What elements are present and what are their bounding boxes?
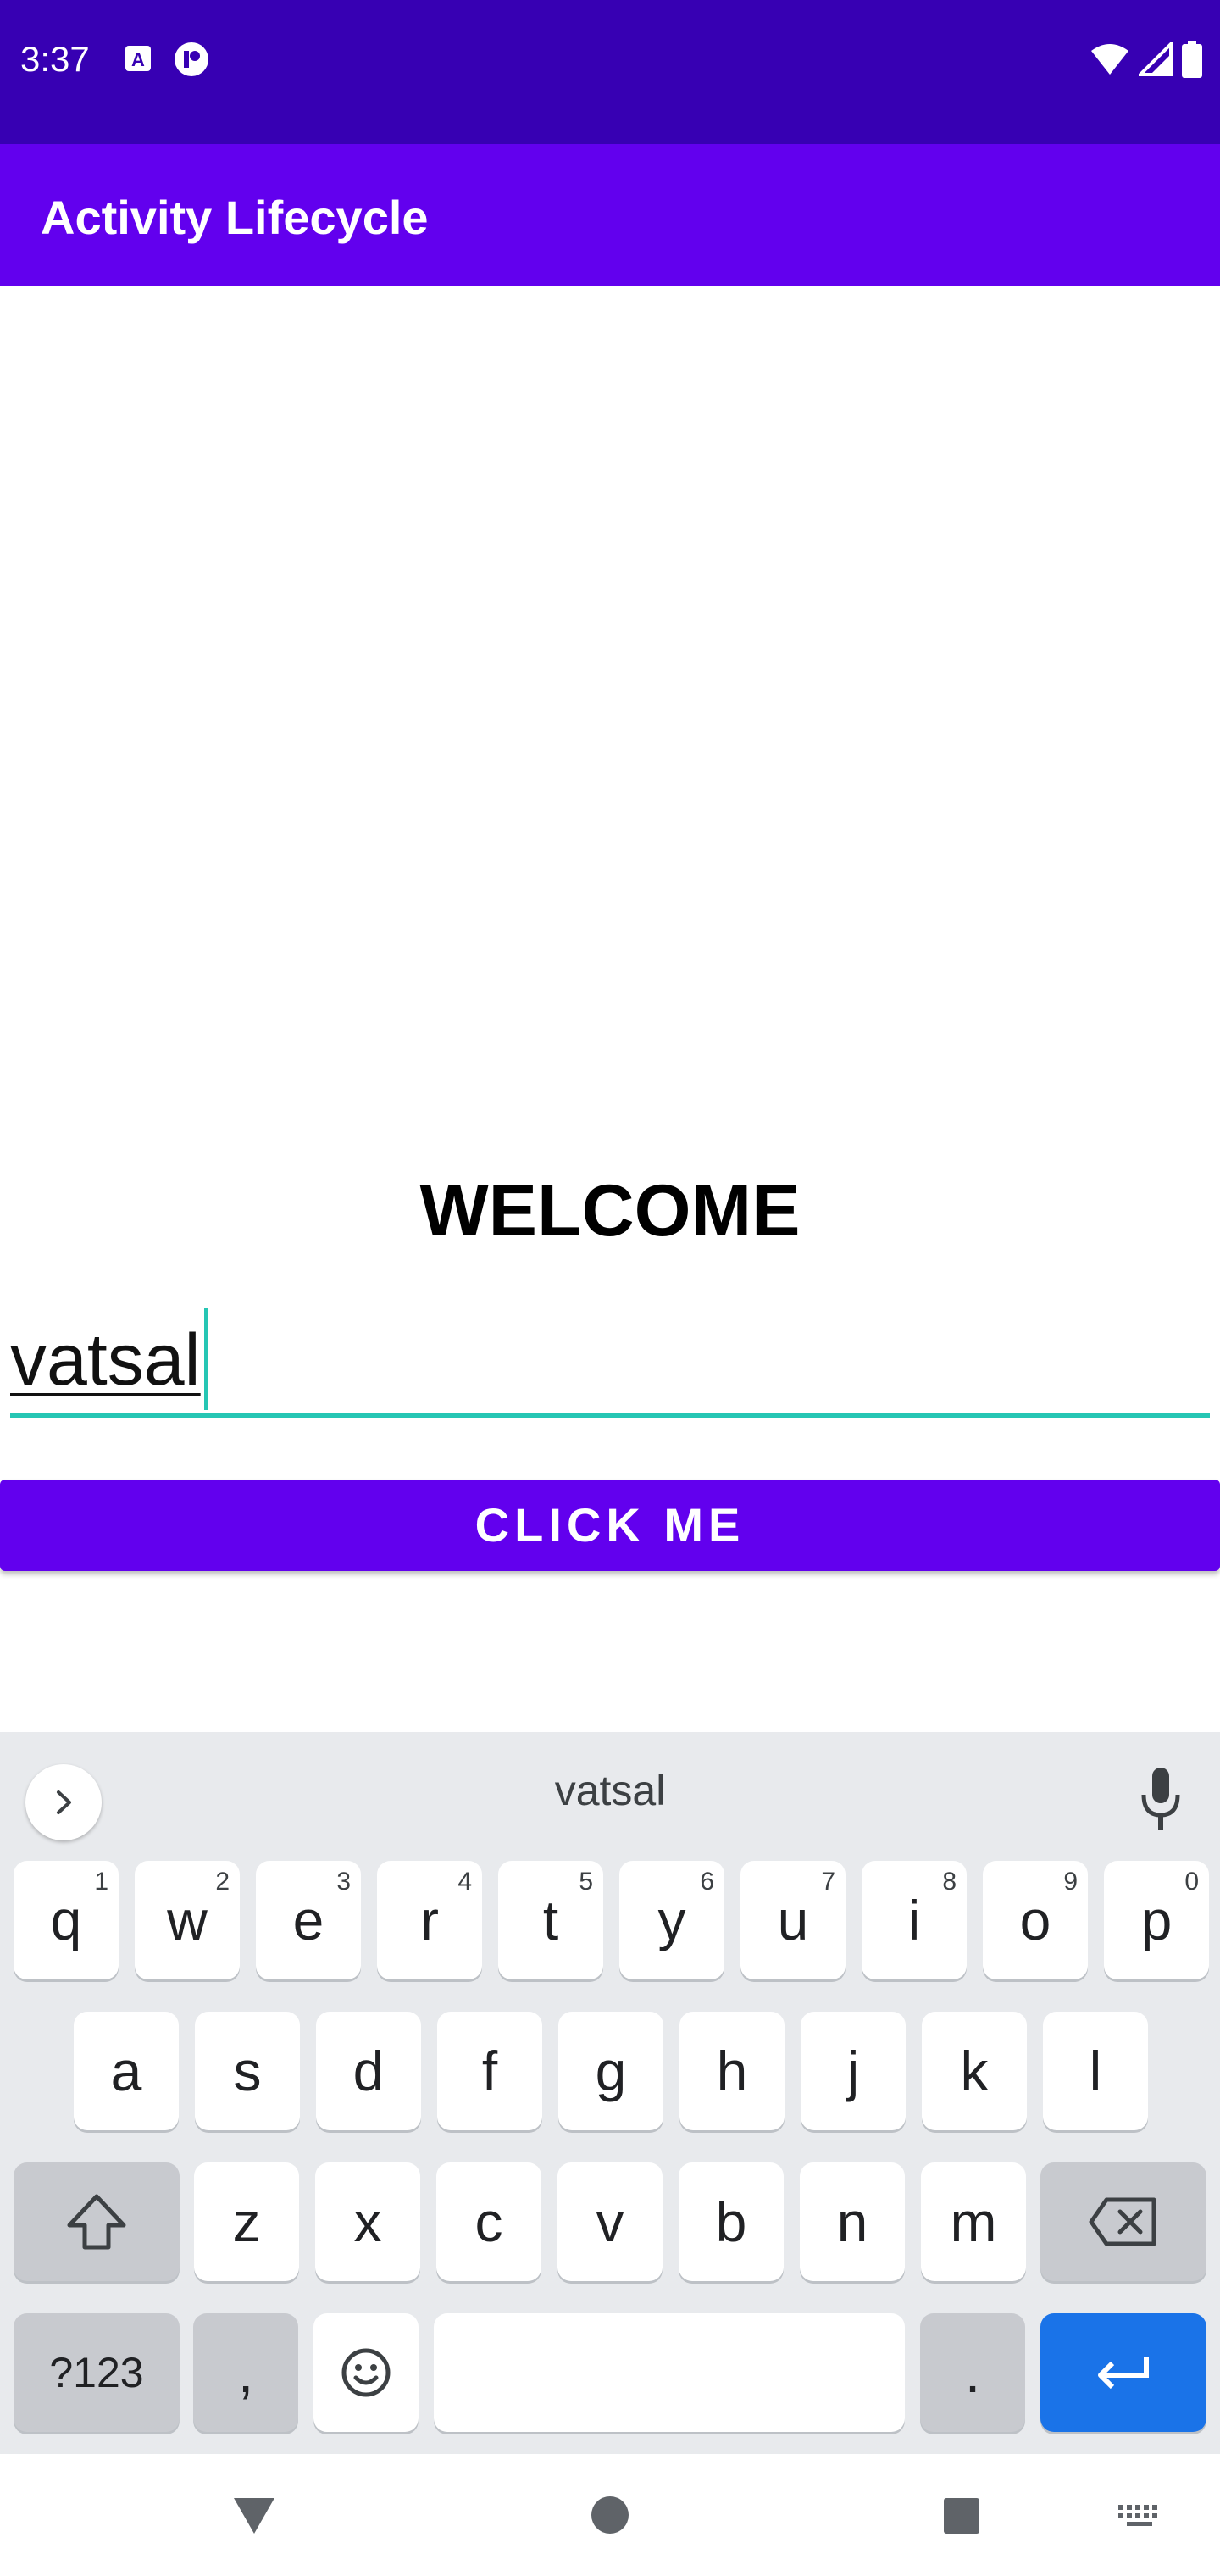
- key-k[interactable]: k: [922, 2012, 1027, 2130]
- key-label: c: [474, 2190, 503, 2253]
- key-l[interactable]: l: [1043, 2012, 1148, 2130]
- key-label: f: [481, 2040, 498, 2102]
- key-label: l: [1089, 2040, 1102, 2102]
- key-r[interactable]: r4: [377, 1861, 482, 1979]
- keyboard-switch-icon[interactable]: [1117, 2503, 1164, 2529]
- signal-icon: [1139, 42, 1173, 76]
- key-c[interactable]: c: [436, 2162, 541, 2281]
- status-right-icons: [1090, 41, 1203, 78]
- key-label: s: [233, 2040, 262, 2102]
- key-hint: 4: [458, 1868, 472, 1896]
- emoji-icon: [341, 2348, 391, 2397]
- space-key[interactable]: [434, 2313, 905, 2432]
- suggestion-strip: vatsal: [0, 1732, 1220, 1851]
- key-hint: 0: [1184, 1868, 1199, 1896]
- key-hint: 3: [336, 1868, 351, 1896]
- key-label: v: [596, 2190, 624, 2253]
- name-input[interactable]: vatsal: [10, 1305, 1210, 1418]
- key-label: q: [50, 1889, 82, 1951]
- status-bar: 3:37 A: [0, 0, 1220, 144]
- app-bar: Activity Lifecycle: [0, 144, 1220, 286]
- name-input-value[interactable]: vatsal: [10, 1319, 201, 1402]
- recents-icon[interactable]: [942, 2496, 981, 2535]
- key-o[interactable]: o9: [983, 1861, 1088, 1979]
- app-notification-icon: [175, 42, 208, 76]
- key-hint: 6: [700, 1868, 714, 1896]
- welcome-heading: WELCOME: [419, 1170, 801, 1252]
- key-d[interactable]: d: [316, 2012, 421, 2130]
- key-label: b: [715, 2190, 747, 2253]
- key-p[interactable]: p0: [1104, 1861, 1209, 1979]
- enter-arrow-icon: [1098, 2357, 1149, 2390]
- key-label: j: [846, 2040, 860, 2102]
- click-me-button[interactable]: CLICK ME: [0, 1480, 1220, 1571]
- key-label: r: [420, 1889, 439, 1951]
- key-label: x: [353, 2190, 382, 2253]
- key-t[interactable]: t5: [498, 1861, 603, 1979]
- key-label: p: [1140, 1889, 1173, 1951]
- key-label: w: [167, 1889, 208, 1951]
- key-hint: 2: [215, 1868, 230, 1896]
- key-v[interactable]: v: [557, 2162, 663, 2281]
- microphone-icon[interactable]: [1127, 1763, 1195, 1839]
- key-label: u: [777, 1889, 809, 1951]
- status-time: 3:37: [20, 39, 90, 79]
- svg-text:A: A: [131, 49, 145, 70]
- key-e[interactable]: e3: [256, 1861, 361, 1979]
- home-icon[interactable]: [590, 2495, 630, 2535]
- shift-icon: [67, 2194, 126, 2250]
- key-q[interactable]: q1: [14, 1861, 119, 1979]
- key-label: o: [1019, 1889, 1051, 1951]
- key-label: e: [292, 1889, 324, 1951]
- key-y[interactable]: y6: [619, 1861, 724, 1979]
- key-n[interactable]: n: [800, 2162, 905, 2281]
- key-s[interactable]: s: [195, 2012, 300, 2130]
- period-key[interactable]: .: [920, 2313, 1025, 2432]
- suggestion-word[interactable]: vatsal: [0, 1766, 1220, 1815]
- key-z[interactable]: z: [194, 2162, 299, 2281]
- key-label: i: [907, 1889, 921, 1951]
- enter-key[interactable]: [1040, 2313, 1206, 2432]
- key-a[interactable]: a: [74, 2012, 179, 2130]
- soft-keyboard: vatsal q1w2e3r4t5y6u7i8o9p0 asdfghjkl zx…: [0, 1732, 1220, 2454]
- key-b[interactable]: b: [679, 2162, 784, 2281]
- key-label: g: [595, 2040, 627, 2102]
- key-label: d: [352, 2040, 385, 2102]
- symbols-key[interactable]: ?123: [14, 2313, 180, 2432]
- key-label: m: [950, 2190, 997, 2253]
- battery-icon: [1182, 41, 1202, 78]
- shift-key[interactable]: [14, 2162, 180, 2281]
- key-label: t: [542, 1889, 559, 1951]
- app-title: Activity Lifecycle: [41, 191, 429, 244]
- key-u[interactable]: u7: [740, 1861, 846, 1979]
- navigation-bar: [0, 2454, 1220, 2576]
- key-label: n: [836, 2190, 868, 2253]
- key-hint: 7: [821, 1868, 835, 1896]
- key-i[interactable]: i8: [862, 1861, 967, 1979]
- a-notification-icon: A: [125, 46, 151, 71]
- key-m[interactable]: m: [921, 2162, 1026, 2281]
- wifi-icon: [1091, 44, 1128, 75]
- emoji-key[interactable]: [313, 2313, 419, 2432]
- key-w[interactable]: w2: [135, 1861, 240, 1979]
- key-h[interactable]: h: [679, 2012, 785, 2130]
- backspace-key[interactable]: [1040, 2162, 1206, 2281]
- backspace-icon: [1089, 2197, 1156, 2246]
- key-label: z: [232, 2190, 261, 2253]
- key-hint: 9: [1063, 1868, 1078, 1896]
- key-hint: 5: [579, 1868, 593, 1896]
- key-x[interactable]: x: [315, 2162, 420, 2281]
- key-label: a: [110, 2040, 142, 2102]
- key-label: k: [960, 2040, 989, 2102]
- key-hint: 1: [94, 1868, 108, 1896]
- text-cursor: [204, 1308, 208, 1410]
- key-label: h: [716, 2040, 748, 2102]
- key-hint: 8: [942, 1868, 957, 1896]
- key-label: y: [657, 1889, 686, 1951]
- back-icon[interactable]: [230, 2495, 278, 2537]
- comma-key[interactable]: ,: [193, 2313, 298, 2432]
- key-f[interactable]: f: [437, 2012, 542, 2130]
- key-j[interactable]: j: [801, 2012, 906, 2130]
- key-g[interactable]: g: [558, 2012, 663, 2130]
